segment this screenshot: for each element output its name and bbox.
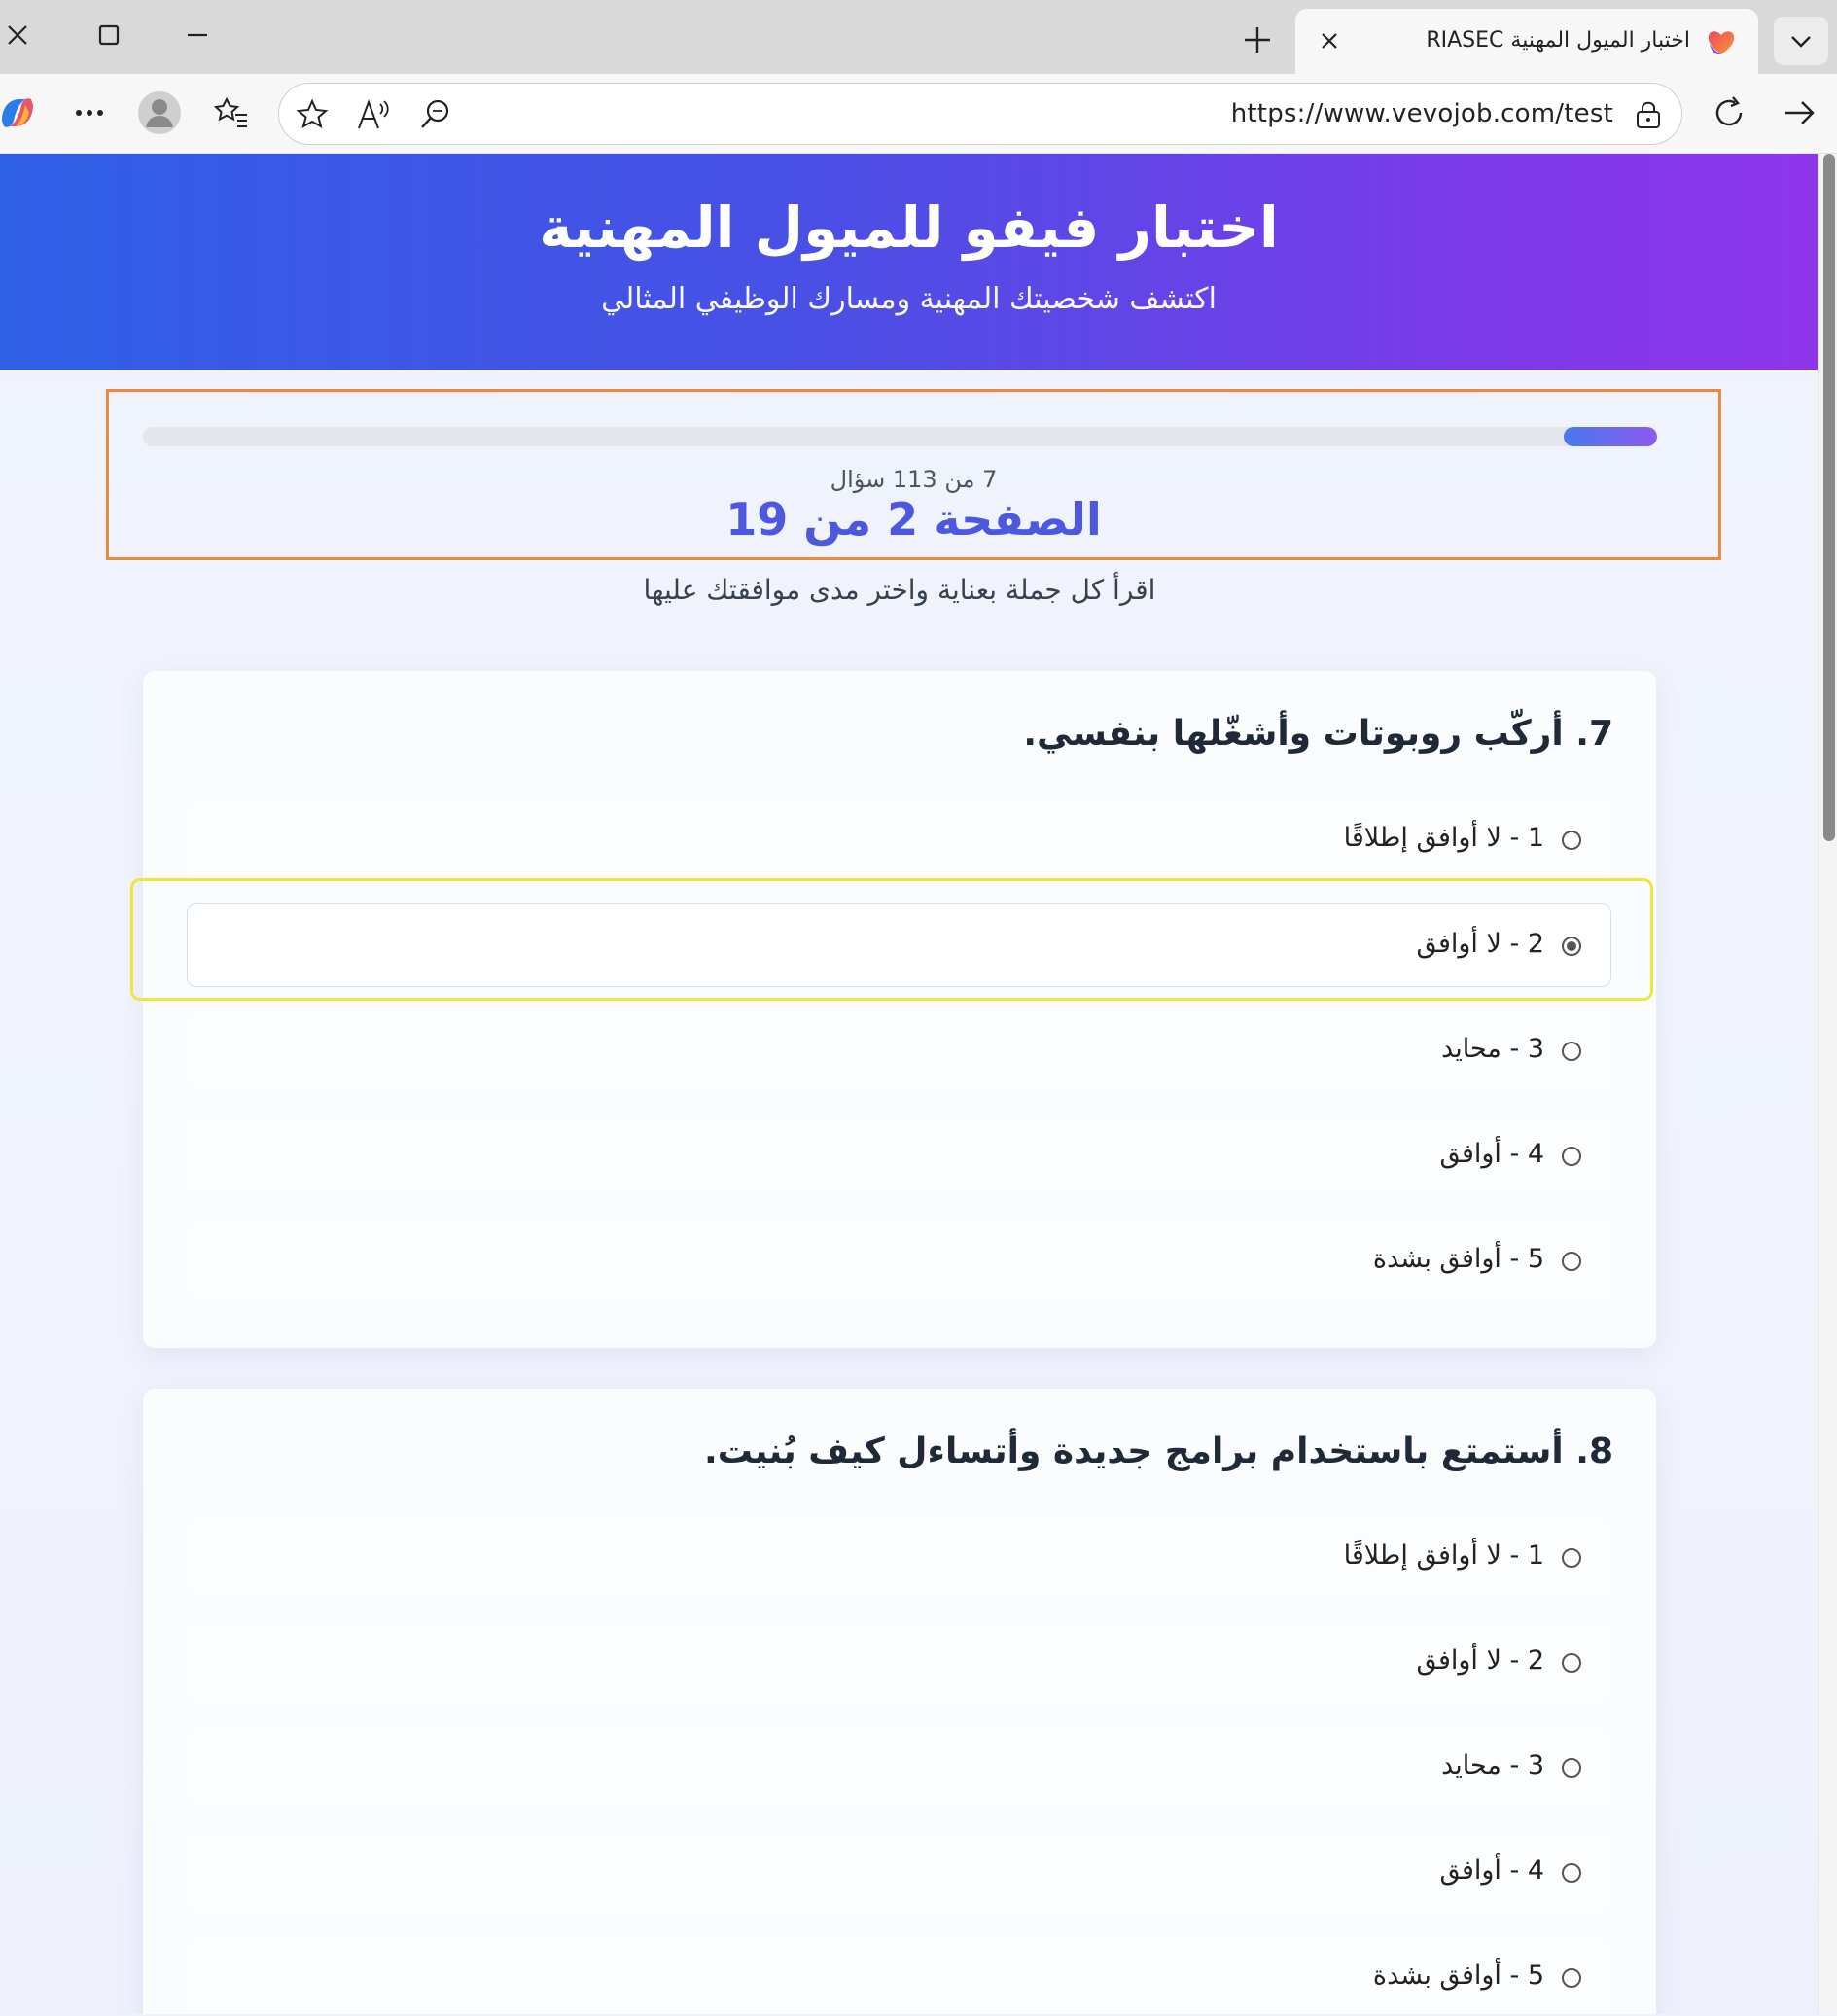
plus-icon <box>1245 27 1270 53</box>
star-icon <box>296 98 329 129</box>
browser-tab[interactable]: اختبار الميول المهنية RIASEC <box>1295 9 1758 74</box>
answer-option[interactable]: 3 - محايد <box>187 1725 1611 1809</box>
option-label: 5 - أوافق بشدة <box>1372 1244 1544 1274</box>
option-label: 1 - لا أوافق إطلاقًا <box>1343 823 1544 853</box>
browser-titlebar: اختبار الميول المهنية RIASEC <box>0 0 1837 74</box>
window-maximize-button[interactable] <box>80 8 138 62</box>
radio-button[interactable] <box>1562 1548 1581 1568</box>
radio-button[interactable] <box>1562 1147 1581 1166</box>
new-tab-button[interactable] <box>1230 16 1285 64</box>
progress-section: 7 من 113 سؤال الصفحة 2 من 19 <box>106 389 1721 560</box>
question-text: 7. أركّب روبوتات وأشغّلها بنفسي. <box>1023 714 1613 754</box>
page-subtitle: اكتشف شخصيتك المهنية ومسارك الوظيفي المث… <box>601 282 1217 316</box>
question-card: 8. أستمتع باستخدام برامج جديدة وأتساءل ك… <box>143 1389 1656 2014</box>
close-icon <box>1322 33 1337 49</box>
progress-bar-fill <box>1563 427 1657 446</box>
question-card: 7. أركّب روبوتات وأشغّلها بنفسي. 1 - لا … <box>143 671 1656 1348</box>
forward-button[interactable] <box>1774 88 1824 138</box>
option-label: 2 - لا أوافق <box>1416 1645 1544 1676</box>
radio-button[interactable] <box>1562 1968 1581 1988</box>
radio-button[interactable] <box>1562 1758 1581 1778</box>
search-icon <box>421 99 449 128</box>
tab-title: اختبار الميول المهنية RIASEC <box>1426 28 1690 53</box>
radio-button[interactable] <box>1562 831 1581 850</box>
find-button[interactable] <box>413 93 456 136</box>
forward-arrow-icon <box>1785 101 1815 124</box>
instructions-text: اقرأ كل جملة بعناية واختر مدى موافقتك عل… <box>643 574 1156 606</box>
browser-toolbar: https://www.vevojob.com/test <box>0 74 1837 154</box>
favicon-icon <box>1708 31 1735 55</box>
add-favorite-button[interactable] <box>291 93 334 136</box>
option-label: 3 - محايد <box>1441 1034 1544 1064</box>
option-label: 4 - أوافق <box>1439 1139 1544 1169</box>
option-label: 2 - لا أوافق <box>1416 929 1544 959</box>
option-label: 4 - أوافق <box>1439 1856 1544 1886</box>
answer-option[interactable]: 4 - أوافق <box>187 1114 1611 1197</box>
maximize-icon <box>98 24 120 46</box>
question-text: 8. أستمتع باستخدام برامج جديدة وأتساءل ك… <box>704 1432 1613 1471</box>
option-label: 3 - محايد <box>1441 1751 1544 1781</box>
answer-option[interactable]: 1 - لا أوافق إطلاقًا <box>187 1515 1611 1599</box>
refresh-button[interactable] <box>1704 88 1754 138</box>
refresh-icon <box>1715 96 1743 126</box>
more-button[interactable] <box>64 88 115 138</box>
answer-option-selected[interactable]: 2 - لا أوافق <box>187 903 1611 987</box>
page-indicator: الصفحة 2 من 19 <box>725 493 1102 546</box>
progress-bar <box>143 427 1657 446</box>
answer-option[interactable]: 2 - لا أوافق <box>187 1620 1611 1704</box>
tab-list-button[interactable] <box>1774 17 1828 65</box>
page-viewport: اختبار فيفو للميول المهنية اكتشف شخصيتك … <box>0 154 1818 2014</box>
copilot-button[interactable] <box>0 88 43 138</box>
answer-option[interactable]: 5 - أوافق بشدة <box>187 1935 1611 2014</box>
hero-header: اختبار فيفو للميول المهنية اكتشف شخصيتك … <box>0 154 1818 370</box>
page-title: اختبار فيفو للميول المهنية <box>539 195 1279 261</box>
more-icon <box>76 110 103 116</box>
profile-button[interactable] <box>134 88 185 138</box>
copilot-icon <box>2 98 33 127</box>
site-info-button[interactable] <box>1627 93 1670 136</box>
answer-option[interactable]: 5 - أوافق بشدة <box>187 1219 1611 1302</box>
favorites-button[interactable] <box>206 88 257 138</box>
option-label: 1 - لا أوافق إطلاقًا <box>1343 1540 1544 1571</box>
scrollbar-thumb[interactable] <box>1823 154 1835 841</box>
favorites-icon <box>214 96 247 127</box>
answer-option[interactable]: 3 - محايد <box>187 1008 1611 1092</box>
chevron-down-icon <box>1791 36 1811 48</box>
address-bar[interactable]: https://www.vevojob.com/test <box>278 83 1682 145</box>
read-aloud-icon <box>358 99 389 129</box>
option-label: 5 - أوافق بشدة <box>1372 1961 1544 1991</box>
radio-button[interactable] <box>1562 1042 1581 1061</box>
radio-button[interactable] <box>1562 1653 1581 1673</box>
answer-option[interactable]: 4 - أوافق <box>187 1830 1611 1914</box>
window-close-button[interactable] <box>0 8 47 62</box>
question-count: 7 من 113 سؤال <box>830 466 998 493</box>
answer-option[interactable]: 1 - لا أوافق إطلاقًا <box>187 797 1611 881</box>
tab-close-button[interactable] <box>1313 24 1346 57</box>
url-text: https://www.vevojob.com/test <box>1230 99 1613 128</box>
radio-button[interactable] <box>1562 1252 1581 1271</box>
close-icon <box>8 25 27 45</box>
radio-button[interactable] <box>1562 1863 1581 1883</box>
avatar <box>138 91 181 134</box>
lock-icon <box>1637 101 1660 128</box>
window-minimize-button[interactable] <box>168 8 227 62</box>
minimize-icon <box>188 33 207 37</box>
read-aloud-button[interactable] <box>352 93 395 136</box>
radio-button-checked[interactable] <box>1562 937 1581 956</box>
page-scrollbar[interactable] <box>1818 154 1837 2014</box>
